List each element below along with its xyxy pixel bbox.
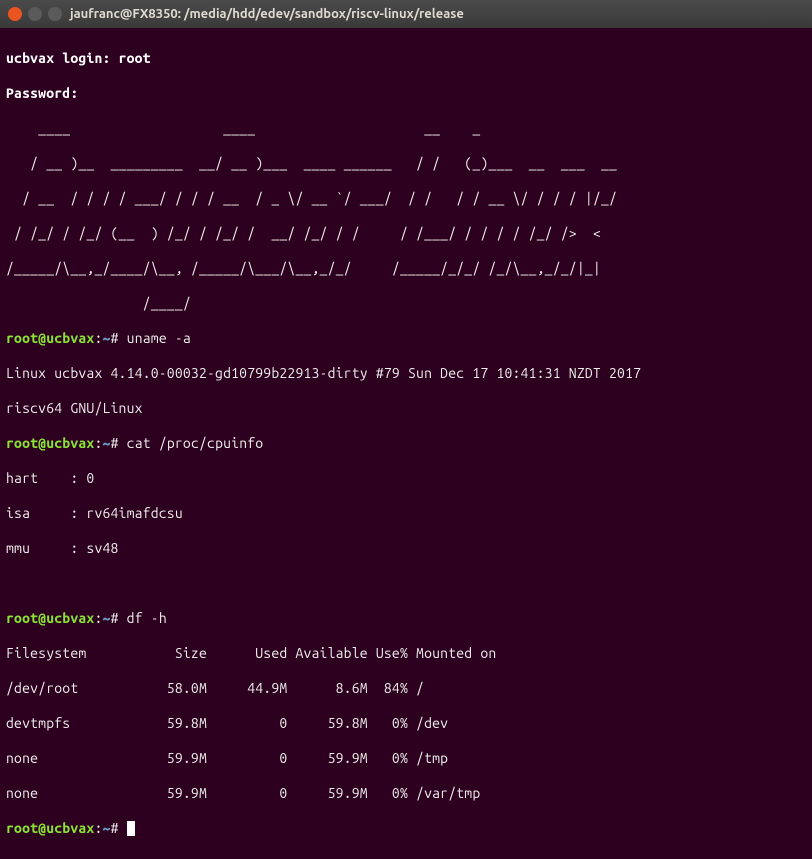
output-line: Linux ucbvax 4.14.0-00032-gd10799b22913-… <box>6 365 806 383</box>
maximize-icon[interactable] <box>48 7 62 21</box>
df-header: Filesystem Size Used Available Use% Moun… <box>6 645 806 663</box>
ascii-art-line: / __ / / / / ___/ / / / __ / _ \/ __ `/ … <box>6 190 806 208</box>
prompt-line: root@ucbvax:~# <box>6 820 806 838</box>
login-prompt: ucbvax login: root <box>6 50 806 68</box>
ascii-art-line: / /_/ / /_/ (__ ) /_/ / /_/ / __/ /_/ / … <box>6 225 806 243</box>
close-icon[interactable] <box>8 7 22 21</box>
ascii-art-line: /____/ <box>6 295 806 313</box>
minimize-icon[interactable] <box>28 7 42 21</box>
command-text: df -h <box>127 610 167 626</box>
terminal-body[interactable]: ucbvax login: root Password: ____ ____ _… <box>0 28 812 859</box>
df-row: none 59.9M 0 59.9M 0% /var/tmp <box>6 785 806 803</box>
prompt-line: root@ucbvax:~# cat /proc/cpuinfo <box>6 435 806 453</box>
command-text: cat /proc/cpuinfo <box>127 435 264 451</box>
prompt-line: root@ucbvax:~# df -h <box>6 610 806 628</box>
window-title: jaufranc@FX8350: /media/hdd/edev/sandbox… <box>70 7 464 21</box>
prompt-userhost: root@ucbvax <box>6 820 94 836</box>
ascii-art-line: ____ ____ __ _ <box>6 120 806 138</box>
prompt-path: ~ <box>103 610 111 626</box>
prompt-path: ~ <box>103 820 111 836</box>
output-line: mmu : sv48 <box>6 540 806 558</box>
window-controls <box>8 7 62 21</box>
titlebar: jaufranc@FX8350: /media/hdd/edev/sandbox… <box>0 0 812 28</box>
prompt-line: root@ucbvax:~# uname -a <box>6 330 806 348</box>
df-row: none 59.9M 0 59.9M 0% /tmp <box>6 750 806 768</box>
ascii-art-line: / __ )__ _________ __/ __ )___ ____ ____… <box>6 155 806 173</box>
prompt-path: ~ <box>103 435 111 451</box>
cursor-icon <box>127 821 135 836</box>
prompt-userhost: root@ucbvax <box>6 435 94 451</box>
df-row: devtmpfs 59.8M 0 59.8M 0% /dev <box>6 715 806 733</box>
blank-line <box>6 575 806 593</box>
prompt-userhost: root@ucbvax <box>6 610 94 626</box>
df-row: /dev/root 58.0M 44.9M 8.6M 84% / <box>6 680 806 698</box>
password-prompt: Password: <box>6 85 806 103</box>
output-line: riscv64 GNU/Linux <box>6 400 806 418</box>
output-line: hart : 0 <box>6 470 806 488</box>
ascii-art-line: /_____/\__,_/____/\__, /_____/\___/\__,_… <box>6 260 806 278</box>
command-text: uname -a <box>127 330 191 346</box>
prompt-path: ~ <box>103 330 111 346</box>
prompt-userhost: root@ucbvax <box>6 330 94 346</box>
output-line: isa : rv64imafdcsu <box>6 505 806 523</box>
